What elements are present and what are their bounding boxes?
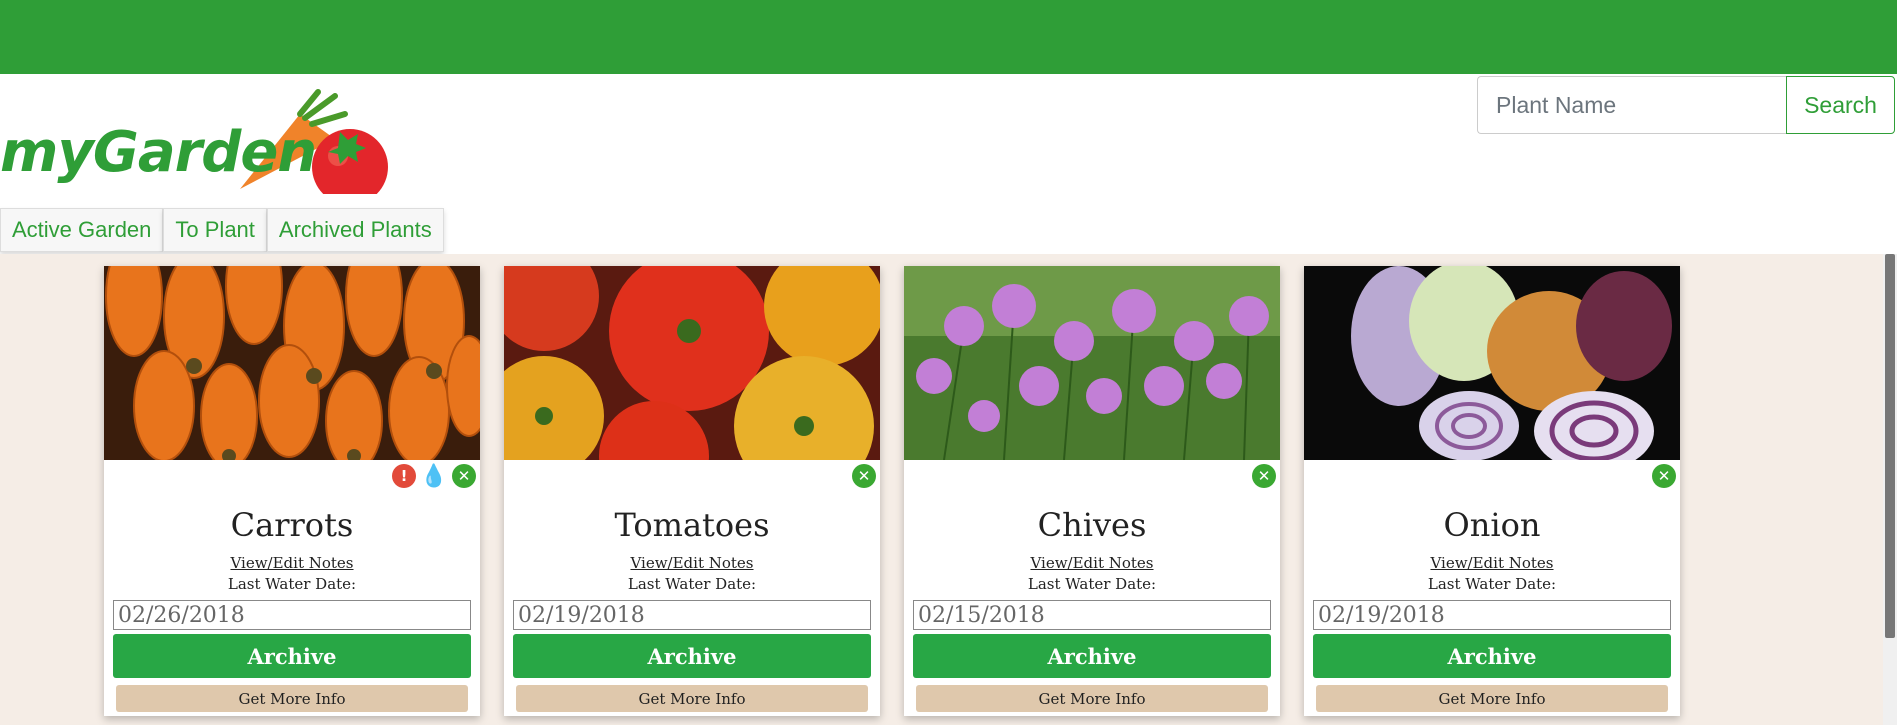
- tab-archived-plants[interactable]: Archived Plants: [266, 208, 444, 252]
- card-icons: ! 💧 ✕: [392, 464, 476, 489]
- last-water-date-input[interactable]: [913, 600, 1271, 630]
- archive-button[interactable]: Archive: [113, 634, 471, 678]
- plant-grid-area: ! 💧 ✕ Carrots View/Edit Notes Last Water…: [0, 254, 1897, 725]
- view-edit-notes-link[interactable]: View/Edit Notes: [104, 554, 480, 572]
- tab-active-garden[interactable]: Active Garden: [0, 208, 164, 252]
- chives-image: [904, 266, 1280, 460]
- archive-button[interactable]: Archive: [913, 634, 1271, 678]
- get-more-info-button[interactable]: Get More Info: [916, 685, 1268, 712]
- last-water-date-input[interactable]: [113, 600, 471, 630]
- scrollbar-thumb[interactable]: [1885, 254, 1895, 638]
- logo: myGarden: [0, 84, 390, 205]
- plant-card: ✕ Tomatoes View/Edit Notes Last Water Da…: [504, 266, 880, 716]
- archive-button[interactable]: Archive: [513, 634, 871, 678]
- logo-text: myGarden: [0, 120, 317, 185]
- card-icons: ✕: [1652, 464, 1676, 488]
- view-edit-notes-link[interactable]: View/Edit Notes: [1304, 554, 1680, 572]
- archive-button[interactable]: Archive: [1313, 634, 1671, 678]
- carrots-image: [104, 266, 480, 460]
- card-icons: ✕: [1252, 464, 1276, 488]
- search-bar: Search: [1477, 76, 1895, 134]
- plant-name: Tomatoes: [614, 506, 770, 544]
- plant-card: ! 💧 ✕ Carrots View/Edit Notes Last Water…: [104, 266, 480, 716]
- close-icon[interactable]: ✕: [852, 464, 876, 488]
- get-more-info-button[interactable]: Get More Info: [516, 685, 868, 712]
- card-icons: ✕: [852, 464, 876, 488]
- plant-cards: ! 💧 ✕ Carrots View/Edit Notes Last Water…: [104, 266, 1680, 716]
- get-more-info-button[interactable]: Get More Info: [1316, 685, 1668, 712]
- close-icon[interactable]: ✕: [1252, 464, 1276, 488]
- tab-to-plant[interactable]: To Plant: [163, 208, 267, 252]
- scrollbar[interactable]: [1883, 254, 1897, 725]
- last-water-date-input[interactable]: [513, 600, 871, 630]
- plant-card: ✕ Onion View/Edit Notes Last Water Date:…: [1304, 266, 1680, 716]
- plant-name-search-input[interactable]: [1477, 76, 1786, 134]
- top-bar: [0, 0, 1897, 74]
- last-water-label: Last Water Date:: [1027, 575, 1157, 593]
- plant-name: Onion: [1443, 506, 1541, 544]
- plant-card: ✕ Chives View/Edit Notes Last Water Date…: [904, 266, 1280, 716]
- plant-name: Carrots: [230, 506, 354, 544]
- get-more-info-button[interactable]: Get More Info: [116, 685, 468, 712]
- last-water-date-input[interactable]: [1313, 600, 1671, 630]
- header: myGarden Search Active Garden To Plant A…: [0, 74, 1897, 254]
- last-water-label: Last Water Date:: [1427, 575, 1557, 593]
- last-water-label: Last Water Date:: [627, 575, 757, 593]
- onion-image: [1304, 266, 1680, 460]
- view-edit-notes-link[interactable]: View/Edit Notes: [904, 554, 1280, 572]
- tomatoes-image: [504, 266, 880, 460]
- view-edit-notes-link[interactable]: View/Edit Notes: [504, 554, 880, 572]
- warning-icon[interactable]: !: [392, 464, 416, 488]
- water-drop-icon[interactable]: 💧: [420, 464, 447, 489]
- last-water-label: Last Water Date:: [227, 575, 357, 593]
- garden-tabs: Active Garden To Plant Archived Plants: [0, 208, 444, 252]
- search-button[interactable]: Search: [1786, 76, 1895, 134]
- plant-name: Chives: [1037, 506, 1147, 544]
- close-icon[interactable]: ✕: [452, 464, 476, 488]
- close-icon[interactable]: ✕: [1652, 464, 1676, 488]
